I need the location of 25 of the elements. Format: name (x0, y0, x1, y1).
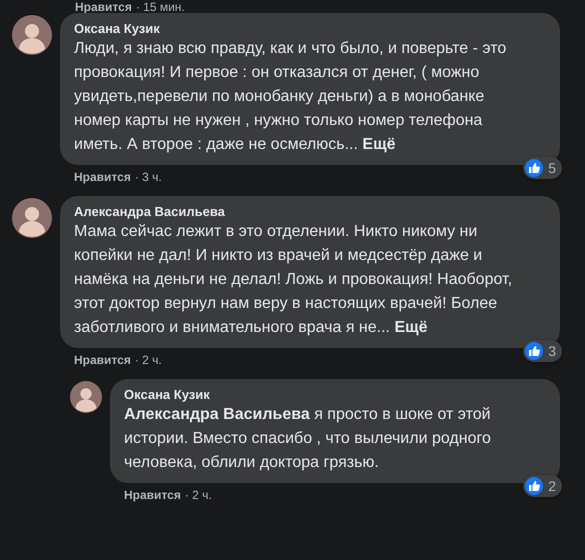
timestamp: · 2 ч. (184, 488, 212, 502)
more-link[interactable]: Ещё (362, 136, 396, 153)
like-link[interactable]: Нравится (75, 0, 132, 14)
like-link[interactable]: Нравится (74, 170, 131, 184)
timestamp: · 2 ч. (134, 353, 162, 367)
comment-text: Люди, я знаю всю правду, как и что было, и поверьте - это провокация! И первое : он отказался от денег, ( можно увидеть,перевели по монобанку деньги) а в монобанке номер карты не нужен , нужно только номер телефона иметь. А второе : даже не осмелюсь... Ещё (74, 39, 508, 155)
like-link[interactable]: Нравится (74, 353, 131, 367)
comment-text: Мама сейчас лежит в это отделении. Никто никому ни копейки не дал! И никто из врачей и медсестёр даже и намёка на деньги не делал! Ложь и провокация! Наоборот, этот доктор вернул нам веру в настоящих врачей! Более заботливого и внимательного врача я не... Ещё (74, 222, 514, 338)
thumbs-up-icon (525, 477, 544, 495)
timestamp: · 15 мин. (136, 0, 185, 14)
avatar-icon[interactable] (12, 198, 52, 238)
thumbs-up-icon (525, 342, 544, 360)
more-link[interactable]: Ещё (394, 319, 428, 336)
like-link[interactable]: Нравится (124, 488, 181, 502)
avatar-icon[interactable] (70, 381, 102, 413)
author-name[interactable]: Оксана Кузик (74, 20, 546, 37)
timestamp: · 3 ч. (134, 170, 162, 184)
reaction-count[interactable]: 2 (523, 475, 562, 497)
reaction-count[interactable]: 3 (523, 340, 562, 362)
reaction-count[interactable]: 5 (523, 157, 562, 179)
avatar-icon[interactable] (12, 15, 52, 55)
author-name[interactable]: Александра Васильева (74, 203, 546, 220)
author-name[interactable]: Оксана Кузик (124, 386, 546, 403)
comment-text: Александра Васильева я просто в шоке от этой истории. Вместо спасибо , что вылечили родного человека, облили доктора грязью. (124, 405, 492, 473)
thumbs-up-icon (525, 159, 544, 177)
